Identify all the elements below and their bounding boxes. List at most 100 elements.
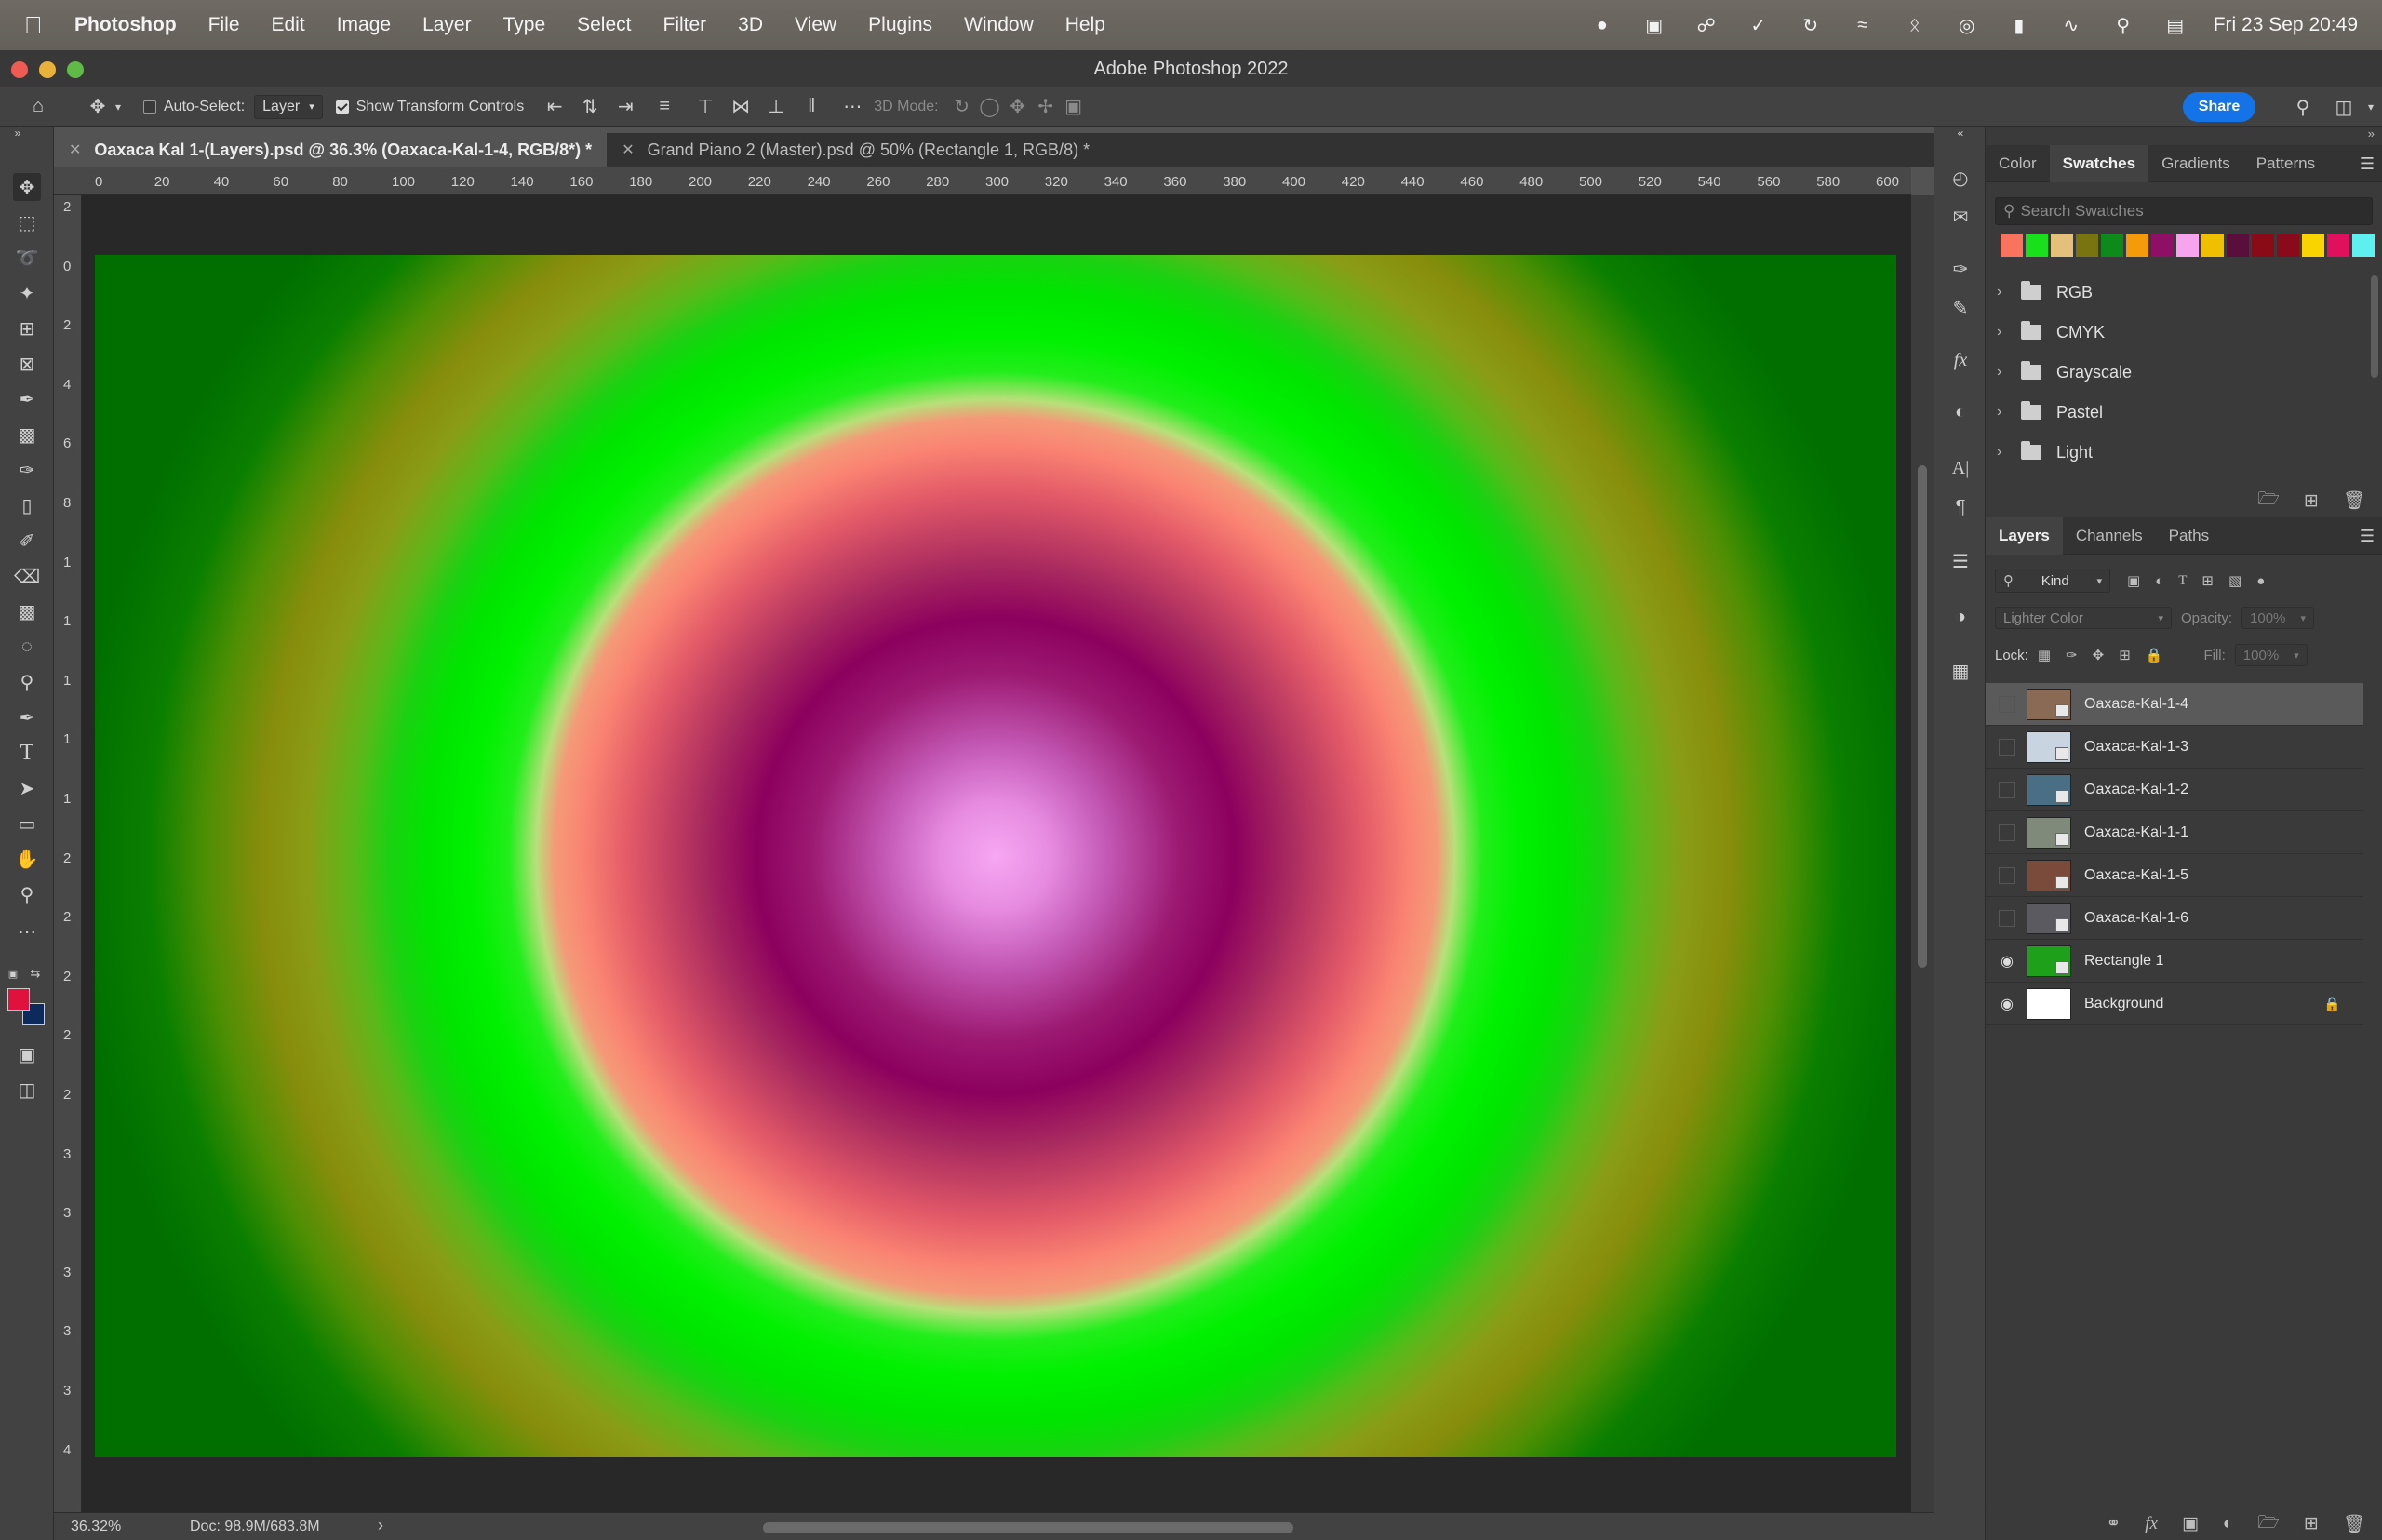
new-group-icon[interactable]: 🗁 xyxy=(2257,486,2280,516)
airdrop-icon[interactable]: ◎ xyxy=(1953,15,1981,36)
swatch-folder-grayscale[interactable]: › Grayscale xyxy=(1997,354,2369,391)
zoom-tool-icon[interactable]: ⚲ xyxy=(13,880,41,908)
tab-color[interactable]: Color xyxy=(1986,145,2050,182)
color-swatch[interactable] xyxy=(2201,234,2224,257)
hand-tool-icon[interactable]: ✋ xyxy=(13,845,41,873)
color-swatch[interactable] xyxy=(2151,234,2174,257)
opacity-field[interactable]: 100% ▾ xyxy=(2241,607,2315,629)
delete-layer-icon[interactable]: 🗑 xyxy=(2343,1513,2365,1535)
doc-size-info[interactable]: Doc: 98.9M/683.8M xyxy=(190,1519,320,1535)
filter-type-icon[interactable]: T xyxy=(2178,573,2187,589)
history-brush-tool-icon[interactable]: ✐ xyxy=(13,527,41,555)
color-swatch[interactable] xyxy=(2176,234,2199,257)
quick-mask-icon[interactable]: ▣ xyxy=(13,1040,41,1068)
layer-name[interactable]: Background xyxy=(2084,996,2163,1012)
zoom-level[interactable]: 36.32% xyxy=(71,1519,121,1535)
creative-cloud-icon[interactable]: ☍ xyxy=(1693,15,1720,36)
layer-kind-filter[interactable]: ⚲ Kind ▾ xyxy=(1995,569,2110,593)
lock-artboard-icon[interactable]: ⊞ xyxy=(2119,647,2131,663)
color-swatch[interactable] xyxy=(2352,234,2375,257)
lasso-tool-icon[interactable]: ➰ xyxy=(13,244,41,272)
comments-panel-icon[interactable]: ✉ xyxy=(1947,203,1974,231)
menu-plugins[interactable]: Plugins xyxy=(868,14,932,36)
scrollbar-thumb[interactable] xyxy=(1918,465,1927,968)
crop-tool-icon[interactable]: ⊞ xyxy=(13,315,41,342)
menu-help[interactable]: Help xyxy=(1065,14,1105,36)
menu-3d[interactable]: 3D xyxy=(738,14,763,36)
align-left-icon[interactable]: ⇤ xyxy=(541,93,569,121)
clone-stamp-tool-icon[interactable]: ▯ xyxy=(13,491,41,519)
auto-select-dropdown[interactable]: Layer ▾ xyxy=(254,94,323,119)
swatch-folder-cmyk[interactable]: › CMYK xyxy=(1997,314,2369,351)
display-icon[interactable]: ▣ xyxy=(1640,15,1668,36)
rectangle-tool-icon[interactable]: ▭ xyxy=(13,810,41,837)
layer-row[interactable]: Oaxaca-Kal-1-5 xyxy=(1986,854,2363,897)
layer-name[interactable]: Rectangle 1 xyxy=(2084,953,2163,970)
eye-icon[interactable]: ◉ xyxy=(1995,995,2019,1013)
distribute-v-icon[interactable]: ‖ xyxy=(797,93,825,121)
tab-swatches[interactable]: Swatches xyxy=(2049,144,2149,182)
dodge-tool-icon[interactable]: ⚲ xyxy=(13,668,41,696)
new-adjustment-layer-icon[interactable]: ◐ xyxy=(2223,1514,2233,1534)
horizontal-scrollbar-thumb[interactable] xyxy=(763,1522,1293,1533)
libraries-icon[interactable]: ◑ xyxy=(1947,603,1974,631)
align-center-h-icon[interactable]: ⇅ xyxy=(576,93,604,121)
menu-filter[interactable]: Filter xyxy=(663,14,707,36)
layer-thumbnail[interactable] xyxy=(2027,987,2071,1020)
wifi-icon[interactable]: ∿ xyxy=(2057,15,2085,36)
filter-shape-icon[interactable]: ⊞ xyxy=(2201,572,2214,589)
swap-colors-icon[interactable]: ⇆ xyxy=(28,966,43,981)
menu-type[interactable]: Type xyxy=(503,14,546,36)
filter-smart-object-icon[interactable]: ▧ xyxy=(2228,572,2241,589)
visibility-toggle[interactable] xyxy=(1999,824,2015,841)
lock-image-icon[interactable]: ✑ xyxy=(2066,647,2078,663)
filter-toggle-icon[interactable]: ● xyxy=(2256,573,2265,589)
lock-icon[interactable]: 🔒 xyxy=(2323,996,2341,1012)
layer-name[interactable]: Oaxaca-Kal-1-4 xyxy=(2084,696,2188,713)
vertical-scrollbar[interactable] xyxy=(1911,195,1934,1512)
default-colors-icon[interactable]: ▣ xyxy=(6,966,20,981)
blend-mode-dropdown[interactable]: Lighter Color ▾ xyxy=(1995,607,2172,629)
menu-layer[interactable]: Layer xyxy=(422,14,472,36)
apple-menu-icon[interactable]:  xyxy=(24,11,60,40)
color-swatch[interactable] xyxy=(2051,234,2073,257)
align-right-icon[interactable]: ⇥ xyxy=(611,93,639,121)
layer-row[interactable]: ◉ Background 🔒 xyxy=(1986,983,2363,1025)
add-style-icon[interactable]: fx xyxy=(2145,1514,2158,1534)
magic-wand-tool-icon[interactable]: ✦ xyxy=(13,279,41,307)
more-options-icon[interactable]: ⋯ xyxy=(838,93,866,121)
layer-thumbnail[interactable] xyxy=(2027,816,2071,849)
workspace-icon[interactable]: ◫ xyxy=(2330,93,2358,121)
align-middle-v-icon[interactable]: ⋈ xyxy=(727,93,755,121)
layer-thumbnail[interactable] xyxy=(2027,688,2071,720)
filter-adjustment-icon[interactable]: ◐ xyxy=(2155,573,2163,589)
panel-menu-icon[interactable]: ☰ xyxy=(2360,527,2375,546)
3d-camera-icon[interactable]: ▣ xyxy=(1060,93,1088,121)
adjustments-icon[interactable]: ◐ xyxy=(1947,398,1974,426)
color-swatch[interactable] xyxy=(2126,234,2148,257)
move-tool-preset-icon[interactable]: ✥ xyxy=(84,93,112,121)
menu-view[interactable]: View xyxy=(795,14,836,36)
home-icon[interactable]: ⌂ xyxy=(24,93,52,121)
align-bottom-icon[interactable]: ⊥ xyxy=(762,93,790,121)
layer-row[interactable]: Oaxaca-Kal-1-4 xyxy=(1986,683,2363,726)
collapse-panels-icon[interactable]: « xyxy=(1947,127,1974,140)
layer-row[interactable]: Oaxaca-Kal-1-1 xyxy=(1986,811,2363,854)
chevron-down-icon[interactable]: ▾ xyxy=(112,93,125,121)
brush-tool-icon[interactable]: ✑ xyxy=(13,456,41,484)
menubar-clock[interactable]: Fri 23 Sep 20:49 xyxy=(2214,14,2358,36)
frame-tool-icon[interactable]: ⊠ xyxy=(13,350,41,378)
canvas-area[interactable] xyxy=(82,195,1911,1512)
path-selection-tool-icon[interactable]: ➤ xyxy=(13,774,41,802)
fx-panel-icon[interactable]: fx xyxy=(1947,346,1974,374)
bluetooth-icon[interactable]: ᛟ xyxy=(1901,15,1929,35)
visibility-toggle[interactable] xyxy=(1999,909,2015,927)
collapse-dock-icon[interactable]: » xyxy=(2368,127,2375,141)
color-swatch[interactable] xyxy=(2026,234,2048,257)
move-tool-icon[interactable]: ✥ xyxy=(13,173,41,201)
swatch-folder-pastel[interactable]: › Pastel xyxy=(1997,394,2369,431)
spotlight-search-icon[interactable]: ⚲ xyxy=(2109,15,2137,36)
show-transform-controls-checkbox[interactable]: Show Transform Controls xyxy=(335,99,524,115)
layer-row[interactable]: Oaxaca-Kal-1-3 xyxy=(1986,726,2363,769)
menu-window[interactable]: Window xyxy=(964,14,1034,36)
